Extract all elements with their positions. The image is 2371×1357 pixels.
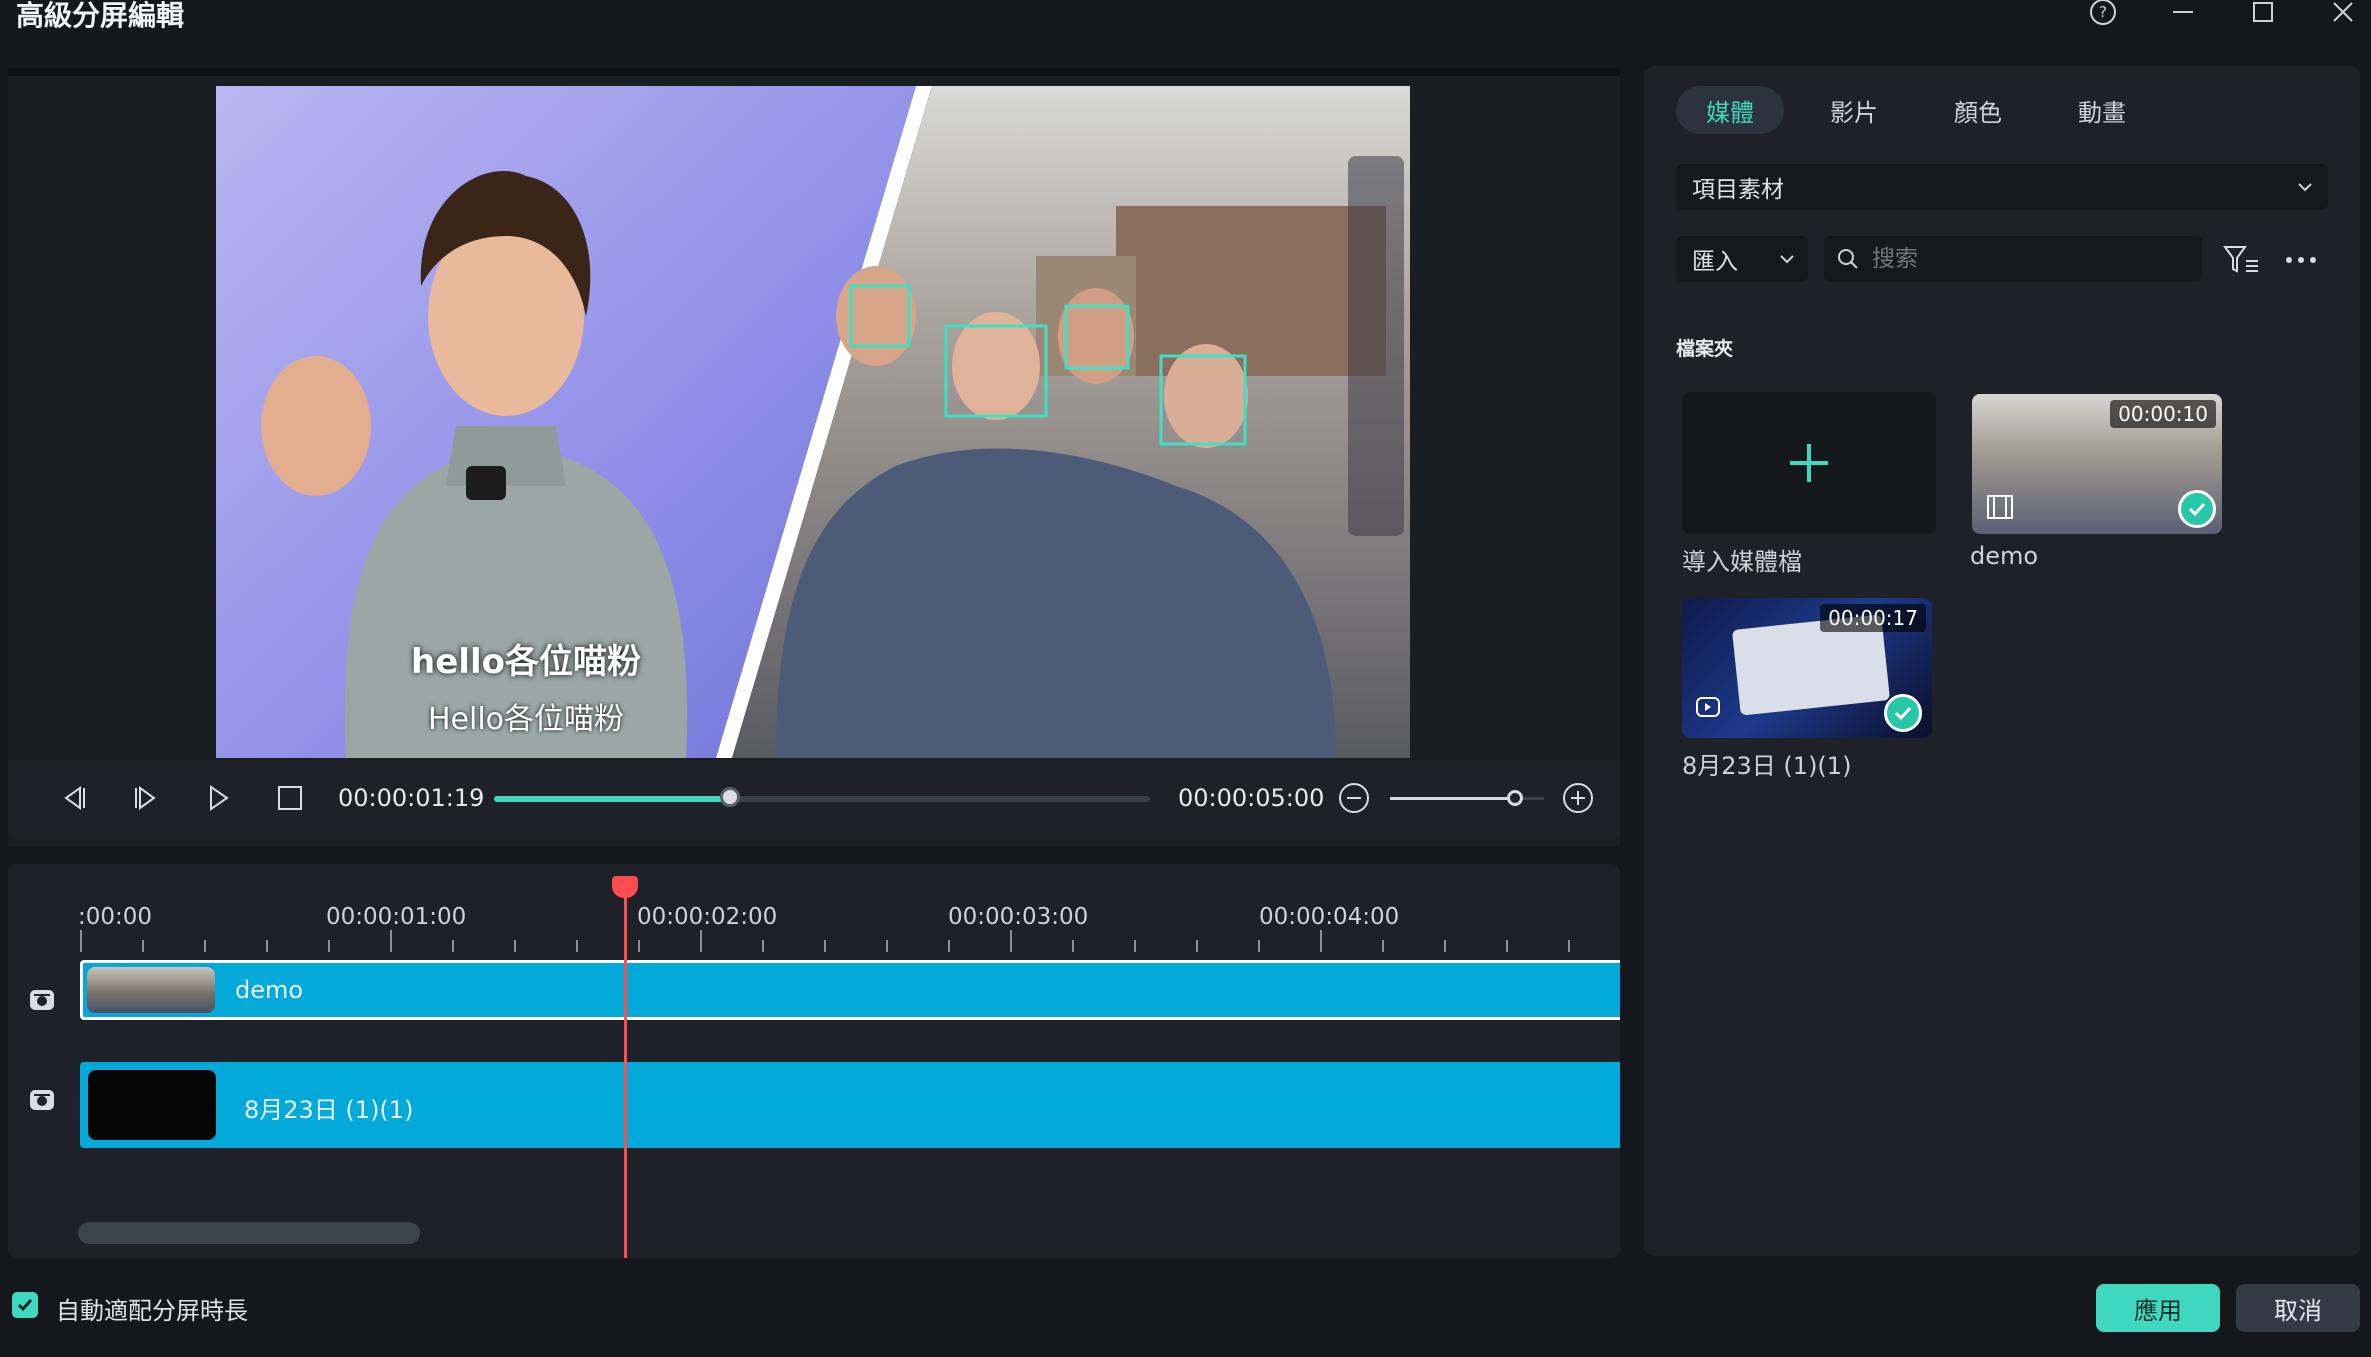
zoom-fill <box>1390 797 1515 800</box>
track-clip-demo[interactable]: demo <box>80 960 1620 1020</box>
prev-frame-button[interactable] <box>54 778 94 818</box>
media-item-demo[interactable]: 00:00:10 <box>1972 394 2222 534</box>
ruler-label: 00:00:02:00 <box>637 904 778 930</box>
search-input[interactable] <box>1870 245 2174 273</box>
track-clip-aug23[interactable]: 8月23日 (1)(1) <box>80 1062 1620 1148</box>
stop-button[interactable] <box>270 778 310 818</box>
video-track-icon <box>30 1090 54 1110</box>
chevron-down-icon <box>1780 255 1794 264</box>
check-icon <box>2188 502 2206 517</box>
svg-text:?: ? <box>2099 3 2107 21</box>
timeline-ruler[interactable]: :00:00 00:00:01:00 00:00:02:00 00:00:03:… <box>8 864 1620 962</box>
ruler-label: 00:00:04:00 <box>1259 904 1400 930</box>
zoom-in-icon <box>1563 783 1593 813</box>
check-icon <box>1894 706 1912 721</box>
window-title: 高級分屏編輯 <box>16 0 185 32</box>
subtitle-secondary: Hello各位喵粉 <box>427 702 625 737</box>
folder-label: 檔案夾 <box>1676 338 1734 360</box>
zoom-in-button[interactable] <box>1560 780 1596 816</box>
timeline-scrollbar[interactable] <box>78 1222 420 1244</box>
media-item-label: demo <box>1970 542 2039 570</box>
current-time: 00:00:01:19 <box>338 784 485 812</box>
track-2-icon-button[interactable] <box>26 1084 58 1116</box>
source-dropdown[interactable]: 項目素材 <box>1676 164 2328 210</box>
help-button[interactable]: ? <box>2080 0 2126 28</box>
check-icon <box>17 1299 33 1312</box>
added-check-badge <box>2178 490 2216 528</box>
filter-icon <box>2223 246 2258 273</box>
timeline-panel: :00:00 00:00:01:00 00:00:02:00 00:00:03:… <box>8 864 1620 1258</box>
maximize-button[interactable] <box>2240 0 2286 28</box>
play-button[interactable] <box>198 778 238 818</box>
search-icon <box>1838 249 1858 269</box>
import-dropdown-value: 匯入 <box>1692 249 1738 275</box>
auto-fit-label: 自動適配分屏時長 <box>56 1297 248 1325</box>
tab-animation[interactable]: 動畫 <box>2048 86 2156 134</box>
import-tile-label: 導入媒體檔 <box>1682 548 1802 576</box>
media-item-label: 8月23日 (1)(1) <box>1682 752 1852 780</box>
prev-frame-icon <box>64 786 85 810</box>
chevron-down-icon <box>2298 183 2312 192</box>
video-track-icon <box>30 990 54 1010</box>
playhead[interactable] <box>624 884 627 1258</box>
duration-badge: 00:00:10 <box>2110 400 2216 428</box>
import-dropdown[interactable]: 匯入 <box>1676 236 1808 282</box>
zoom-handle[interactable] <box>1506 790 1523 806</box>
video-clip-icon <box>1987 495 2013 519</box>
title-bar: 高級分屏編輯 ? <box>0 0 2371 44</box>
tab-media[interactable]: 媒體 <box>1676 86 1784 134</box>
clip-thumbnail <box>87 967 215 1013</box>
playhead-handle[interactable] <box>612 876 638 898</box>
maximize-icon <box>2253 2 2273 22</box>
added-check-badge <box>1884 694 1922 732</box>
more-options-button[interactable] <box>2280 240 2322 280</box>
duration-badge: 00:00:17 <box>1820 604 1926 632</box>
ruler-ticks <box>8 930 1620 952</box>
zoom-out-button[interactable] <box>1336 780 1372 816</box>
ruler-label: 00:00:03:00 <box>948 904 1089 930</box>
zoom-slider[interactable] <box>1390 790 1544 806</box>
next-frame-icon <box>135 786 156 810</box>
ruler-label: 00:00:01:00 <box>326 904 467 930</box>
stop-icon <box>278 786 302 810</box>
more-icon <box>2286 257 2316 263</box>
search-box <box>1824 236 2202 282</box>
footer: 自動適配分屏時長 應用 取消 <box>0 1262 2371 1357</box>
cancel-button[interactable]: 取消 <box>2236 1284 2360 1332</box>
media-panel: 媒體 影片 顏色 動畫 項目素材 匯入 檔案夾 導入媒體檔 00:00:10 d… <box>1644 66 2360 1256</box>
clip-label: 8月23日 (1)(1) <box>244 1096 414 1124</box>
player-controls: 00:00:01:19 00:00:05:00 <box>8 760 1620 838</box>
progress-slider[interactable] <box>494 787 1150 807</box>
help-icon: ? <box>2090 0 2116 25</box>
close-button[interactable] <box>2320 0 2366 28</box>
auto-fit-checkbox[interactable] <box>12 1292 38 1318</box>
plus-icon <box>1790 444 1828 482</box>
screen-recording-icon <box>1696 697 1720 717</box>
minimize-icon <box>2173 11 2193 13</box>
ruler-label: :00:00 <box>78 904 153 930</box>
media-item-aug23[interactable]: 00:00:17 <box>1682 598 1932 738</box>
track-1-icon-button[interactable] <box>26 984 58 1016</box>
filter-button[interactable] <box>2220 240 2262 280</box>
source-dropdown-value: 項目素材 <box>1692 177 1784 203</box>
play-icon <box>210 785 229 811</box>
clip-thumbnail <box>88 1070 216 1140</box>
import-media-tile[interactable] <box>1682 392 1936 534</box>
zoom-out-icon <box>1339 783 1369 813</box>
minimize-button[interactable] <box>2160 0 2206 28</box>
close-icon <box>2333 2 2353 22</box>
next-frame-button[interactable] <box>126 778 166 818</box>
progress-fill <box>494 796 731 802</box>
progress-handle[interactable] <box>720 787 741 807</box>
tab-color[interactable]: 顏色 <box>1924 86 2032 134</box>
apply-button[interactable]: 應用 <box>2096 1284 2220 1332</box>
split-screen-preview[interactable]: hello各位喵粉 Hello各位喵粉 <box>216 86 1410 758</box>
subtitle-main: hello各位喵粉 <box>411 642 641 682</box>
total-time: 00:00:05:00 <box>1178 784 1325 812</box>
tab-video[interactable]: 影片 <box>1800 86 1908 134</box>
clip-label: demo <box>235 976 304 1004</box>
